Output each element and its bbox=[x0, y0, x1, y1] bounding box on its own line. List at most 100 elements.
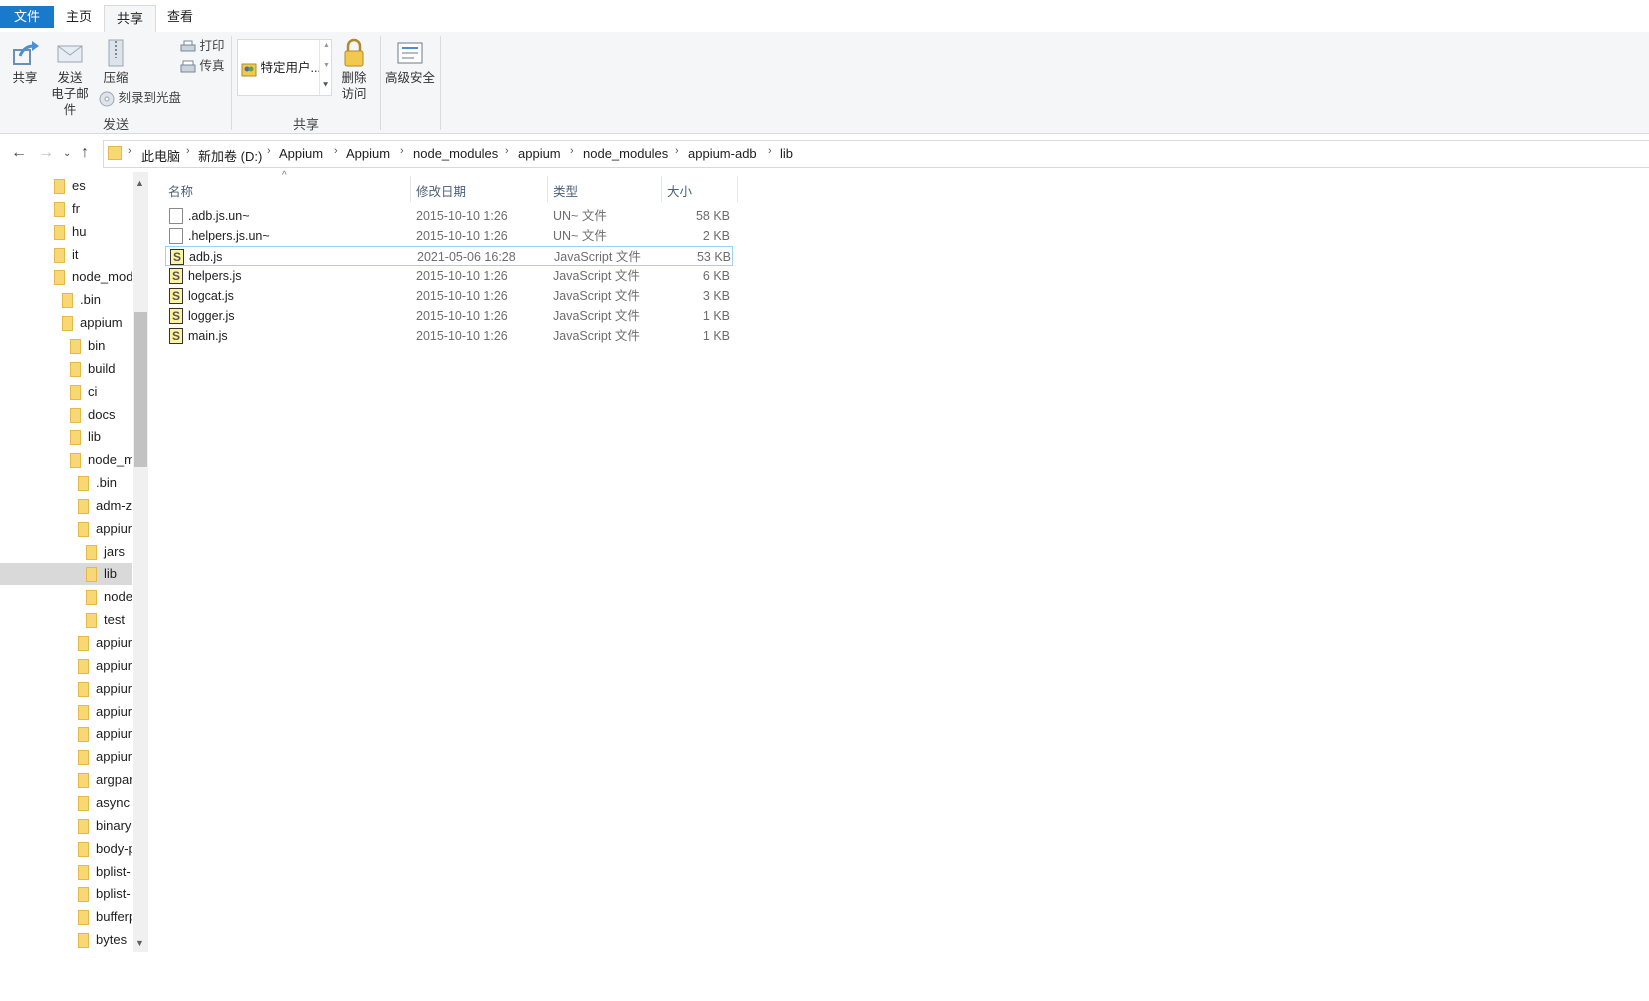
advanced-security-button[interactable]: 高级安全 bbox=[384, 38, 436, 86]
column-header-type[interactable]: 类型 bbox=[553, 181, 578, 200]
tree-item[interactable]: node_m bbox=[0, 449, 132, 471]
tab-view[interactable]: 查看 bbox=[155, 4, 205, 30]
tree-item[interactable]: lib bbox=[0, 563, 132, 586]
column-header-name[interactable]: 名称 bbox=[168, 181, 193, 200]
email-icon bbox=[57, 45, 83, 63]
remove-access-label-line1: 删除 bbox=[341, 71, 367, 85]
tree-item[interactable]: appiur bbox=[0, 723, 132, 745]
breadcrumb-this-pc[interactable]: 此电脑 bbox=[141, 146, 180, 165]
breadcrumb-lib[interactable]: lib bbox=[780, 146, 793, 161]
tree-item[interactable]: appiur bbox=[0, 701, 132, 723]
column-separator[interactable] bbox=[410, 176, 411, 202]
tree-item[interactable]: test bbox=[0, 609, 132, 631]
column-header-modified[interactable]: 修改日期 bbox=[416, 181, 466, 200]
tree-item[interactable]: bplist- bbox=[0, 861, 132, 883]
tree-item[interactable]: node_mod bbox=[0, 266, 132, 288]
fax-button[interactable]: 传真 bbox=[180, 57, 225, 75]
breadcrumb-node-modules-2[interactable]: node_modules bbox=[583, 146, 668, 161]
tree-item[interactable]: appium bbox=[0, 312, 132, 334]
gallery-scroll[interactable]: ▲ ▼ ⯆ bbox=[319, 40, 332, 95]
recent-locations-chevron-icon[interactable]: ⌄ bbox=[63, 148, 71, 159]
tree-item[interactable]: ci bbox=[0, 381, 132, 403]
specific-users-item[interactable]: 特定用户... bbox=[241, 57, 321, 77]
breadcrumb-appium-2[interactable]: Appium bbox=[346, 146, 390, 161]
address-bar[interactable]: › 此电脑 › 新加卷 (D:) › Appium › Appium › nod… bbox=[103, 140, 1649, 168]
forward-arrow-icon[interactable]: → bbox=[38, 144, 54, 162]
print-button[interactable]: 打印 bbox=[180, 37, 225, 55]
breadcrumb-appium-1[interactable]: Appium bbox=[279, 146, 323, 161]
chevron-right-icon[interactable]: › bbox=[768, 145, 772, 157]
burn-disc-button[interactable]: 刻录到光盘 bbox=[99, 89, 181, 107]
breadcrumb-appium-adb[interactable]: appium-adb bbox=[688, 146, 757, 161]
tree-item[interactable]: body-p bbox=[0, 838, 132, 860]
tab-file[interactable]: 文件 bbox=[0, 6, 54, 28]
share-with-gallery: 特定用户... ▲ ▼ ⯆ bbox=[237, 39, 332, 96]
file-row[interactable]: adb.js 2021-05-06 16:28 JavaScript 文件 53 KB bbox=[165, 246, 733, 267]
tree-item[interactable]: it bbox=[0, 244, 132, 266]
tree-item[interactable]: bytes bbox=[0, 929, 132, 951]
email-button[interactable]: 发送 电子邮件 bbox=[46, 38, 94, 118]
folder-icon bbox=[70, 384, 81, 400]
file-row[interactable]: .helpers.js.un~ 2015-10-10 1:26 UN~ 文件 2 KB bbox=[165, 226, 733, 246]
scroll-down-icon[interactable]: ▼ bbox=[135, 938, 144, 948]
file-row[interactable]: main.js 2015-10-10 1:26 JavaScript 文件 1 KB bbox=[165, 326, 733, 346]
tree-item[interactable]: appiur bbox=[0, 678, 132, 700]
tab-share[interactable]: 共享 bbox=[104, 5, 157, 33]
tree-item[interactable]: appiur bbox=[0, 655, 132, 677]
file-row[interactable]: helpers.js 2015-10-10 1:26 JavaScript 文件 6 … bbox=[165, 266, 733, 286]
chevron-right-icon[interactable]: › bbox=[186, 145, 190, 157]
breadcrumb-drive-d[interactable]: 新加卷 (D:) bbox=[198, 146, 262, 165]
gallery-up-icon[interactable]: ▲ bbox=[323, 42, 330, 49]
tree-item[interactable]: appiun bbox=[0, 518, 132, 540]
column-separator[interactable] bbox=[661, 176, 662, 202]
column-separator[interactable] bbox=[547, 176, 548, 202]
nav-pane-scroll-thumb[interactable] bbox=[134, 312, 147, 467]
gallery-expand-icon[interactable]: ⯆ bbox=[322, 80, 329, 91]
back-arrow-icon[interactable]: ← bbox=[11, 144, 27, 162]
gallery-down-icon[interactable]: ▼ bbox=[323, 62, 330, 69]
share-button[interactable]: 共享 bbox=[6, 38, 44, 86]
printer-icon bbox=[180, 40, 196, 52]
chevron-right-icon[interactable]: › bbox=[128, 145, 132, 157]
chevron-right-icon[interactable]: › bbox=[505, 145, 509, 157]
tree-item[interactable]: docs bbox=[0, 404, 132, 426]
column-separator[interactable] bbox=[737, 176, 738, 202]
tree-item[interactable]: appiur bbox=[0, 632, 132, 654]
tree-item[interactable]: hu bbox=[0, 221, 132, 243]
tab-home[interactable]: 主页 bbox=[54, 4, 104, 30]
tree-item[interactable]: .bin bbox=[0, 472, 132, 494]
tree-item[interactable]: .bin bbox=[0, 289, 132, 311]
tree-item[interactable]: adm-z bbox=[0, 495, 132, 517]
tree-item[interactable]: es bbox=[0, 175, 132, 197]
remove-access-button[interactable]: 删除 访问 bbox=[338, 38, 370, 102]
tree-item[interactable]: appiur bbox=[0, 746, 132, 768]
file-row[interactable]: .adb.js.un~ 2015-10-10 1:26 UN~ 文件 58 KB bbox=[165, 206, 733, 226]
breadcrumb-node-modules-1[interactable]: node_modules bbox=[413, 146, 498, 161]
file-row[interactable]: logger.js 2015-10-10 1:26 JavaScript 文件 1 K… bbox=[165, 306, 733, 326]
chevron-right-icon[interactable]: › bbox=[675, 145, 679, 157]
up-arrow-icon[interactable]: ↑ bbox=[81, 144, 89, 162]
tree-item[interactable]: node bbox=[0, 586, 132, 608]
tree-item[interactable]: bplist- bbox=[0, 883, 132, 905]
ribbon-tab-bar: 文件 主页 共享 查看 bbox=[0, 0, 1649, 33]
nav-pane-scrollbar[interactable] bbox=[133, 172, 148, 952]
chevron-right-icon[interactable]: › bbox=[267, 145, 271, 157]
chevron-right-icon[interactable]: › bbox=[570, 145, 574, 157]
tree-item[interactable]: fr bbox=[0, 198, 132, 220]
tree-item-label: jars bbox=[104, 543, 125, 559]
tree-item[interactable]: bufferp bbox=[0, 906, 132, 928]
tree-item[interactable]: lib bbox=[0, 426, 132, 448]
chevron-right-icon[interactable]: › bbox=[400, 145, 404, 157]
tree-item[interactable]: build bbox=[0, 358, 132, 380]
breadcrumb-appium-3[interactable]: appium bbox=[518, 146, 561, 161]
scroll-up-icon[interactable]: ▲ bbox=[135, 178, 144, 188]
tree-item[interactable]: bin bbox=[0, 335, 132, 357]
zip-button[interactable]: 压缩 bbox=[99, 38, 133, 86]
tree-item[interactable]: binary- bbox=[0, 815, 132, 837]
tree-item[interactable]: argpar bbox=[0, 769, 132, 791]
tree-item[interactable]: async bbox=[0, 792, 132, 814]
chevron-right-icon[interactable]: › bbox=[334, 145, 338, 157]
file-row[interactable]: logcat.js 2015-10-10 1:26 JavaScript 文件 3 K… bbox=[165, 286, 733, 306]
tree-item[interactable]: jars bbox=[0, 541, 132, 563]
column-header-size[interactable]: 大小 bbox=[667, 181, 692, 200]
